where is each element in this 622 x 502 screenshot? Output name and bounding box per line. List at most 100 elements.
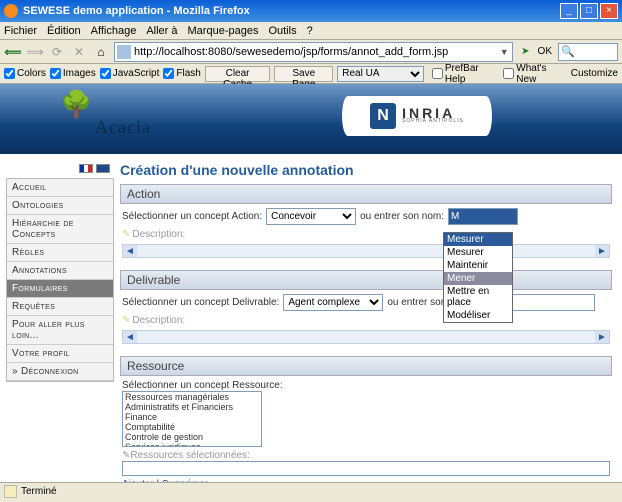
deliv-scroll: ◄ ► <box>122 330 610 344</box>
forward-button: ⟹ <box>26 43 44 61</box>
sidebar-item[interactable]: Formulaires <box>7 280 113 298</box>
list-item[interactable]: Services juridiques <box>123 442 261 447</box>
list-item[interactable]: Ressources managériales <box>123 392 261 402</box>
statusbar: Terminé <box>0 482 622 500</box>
action-select[interactable]: Concevoir <box>266 208 356 225</box>
sidebar-item[interactable]: » Déconnexion <box>7 363 113 381</box>
res-select-label: Sélectionner un concept Ressource: <box>122 380 610 391</box>
save-page-button[interactable]: Save Page <box>274 66 333 82</box>
remove-link[interactable]: Supprimer <box>162 479 208 482</box>
firefox-icon <box>4 4 18 18</box>
url-input[interactable] <box>134 46 498 58</box>
url-dropdown-icon[interactable]: ▼ <box>498 47 510 57</box>
ok-label: OK <box>538 46 552 57</box>
main-area: Création d'une nouvelle annotation Actio… <box>120 162 616 482</box>
close-button[interactable]: × <box>600 3 618 19</box>
maximize-button[interactable]: □ <box>580 3 598 19</box>
language-flags <box>6 162 114 178</box>
flag-fr-icon[interactable] <box>79 164 93 173</box>
scroll-right-icon[interactable]: ► <box>595 245 609 257</box>
prefbar-help[interactable]: PrefBar Help <box>432 63 499 85</box>
deliv-select[interactable]: Agent complexe <box>283 294 383 311</box>
chk-colors[interactable]: Colors <box>4 68 46 79</box>
status-icon <box>4 485 17 498</box>
section-action: Action Sélectionner un concept Action: C… <box>120 184 612 262</box>
note-icon: ✎ <box>122 229 130 240</box>
action-or-label: ou entrer son nom: <box>360 211 444 222</box>
sidebar-item[interactable]: Hiérarchie de Concepts <box>7 215 113 244</box>
section-delivrable: Delivrable Sélectionner un concept Deliv… <box>120 270 612 348</box>
sidebar-item[interactable]: Ontologies <box>7 197 113 215</box>
list-item[interactable]: Administratifs et Financiers <box>123 402 261 412</box>
ua-select[interactable]: Real UA <box>337 66 424 82</box>
menu-marquepages[interactable]: Marque-pages <box>188 25 259 37</box>
autocomplete-popup[interactable]: MesurerMesurerMaintenirMenerMettre en pl… <box>443 232 513 323</box>
menu-aller[interactable]: Aller à <box>146 25 177 37</box>
whats-new[interactable]: What's New <box>503 63 566 85</box>
sidebar-item[interactable]: Règles <box>7 244 113 262</box>
add-link[interactable]: Ajouter <box>122 479 154 482</box>
section-action-header: Action <box>120 184 612 204</box>
page-content: 🌳 Acacia N INRIA SOPHIA ANTIPOLIS Accuei… <box>0 84 622 482</box>
menu-fichier[interactable]: Fichier <box>4 25 37 37</box>
page-icon <box>117 45 131 59</box>
menu-edition[interactable]: Édition <box>47 25 81 37</box>
list-item[interactable]: Controle de gestion <box>123 432 261 442</box>
banner: 🌳 Acacia N INRIA SOPHIA ANTIPOLIS <box>0 84 622 154</box>
flag-en-icon[interactable] <box>96 164 110 173</box>
list-item[interactable]: Comptabilité <box>123 422 261 432</box>
menu-affichage[interactable]: Affichage <box>91 25 137 37</box>
scroll-left-icon[interactable]: ◄ <box>123 331 137 343</box>
window-titlebar: SEWESE demo application - Mozilla Firefo… <box>0 0 622 22</box>
sidebar-item[interactable]: Annotations <box>7 262 113 280</box>
navigation-toolbar: ⟸ ⟹ ⟳ ✕ ⌂ ▼ ➤ OK 🔍 <box>0 40 622 64</box>
back-button[interactable]: ⟸ <box>4 43 22 61</box>
autocomplete-item[interactable]: Mesurer <box>444 246 512 259</box>
page-title: Création d'une nouvelle annotation <box>120 162 612 178</box>
autocomplete-item[interactable]: Mettre en place <box>444 285 512 309</box>
sidebar-item[interactable]: Votre profil <box>7 345 113 363</box>
res-selected-label: Ressources sélectionnées: <box>130 450 250 461</box>
minimize-button[interactable]: _ <box>560 3 578 19</box>
deliv-description: ✎Description: <box>122 315 610 326</box>
clear-cache-button[interactable]: Clear Cache <box>205 66 270 82</box>
reload-button[interactable]: ⟳ <box>48 43 66 61</box>
list-item[interactable]: Finance <box>123 412 261 422</box>
action-description: ✎Description: <box>122 229 610 240</box>
chk-javascript[interactable]: JavaScript <box>100 68 160 79</box>
autocomplete-item[interactable]: Modéliser <box>444 309 512 322</box>
autocomplete-item[interactable]: Mesurer <box>444 233 512 246</box>
customize-link[interactable]: Customize <box>571 68 618 79</box>
menu-help[interactable]: ? <box>307 25 313 37</box>
tree-icon: 🌳 <box>60 89 92 120</box>
sidebar-item[interactable]: Pour aller plus loin... <box>7 316 113 345</box>
section-ressource-header: Ressource <box>120 356 612 376</box>
action-name-input[interactable] <box>448 208 518 225</box>
sidebar-item[interactable]: Requêtes <box>7 298 113 316</box>
inria-mark-icon: N <box>370 103 396 129</box>
note-icon: ✎ <box>122 315 130 326</box>
url-bar[interactable]: ▼ <box>114 42 513 62</box>
scroll-right-icon[interactable]: ► <box>595 331 609 343</box>
menu-outils[interactable]: Outils <box>268 25 296 37</box>
autocomplete-item[interactable]: Maintenir <box>444 259 512 272</box>
chk-flash[interactable]: Flash <box>163 68 200 79</box>
deliv-select-label: Sélectionner un concept Delivrable: <box>122 297 279 308</box>
search-icon: 🔍 <box>559 45 575 58</box>
autocomplete-item[interactable]: Mener <box>444 272 512 285</box>
prefbar-toolbar: Colors Images JavaScript Flash Clear Cac… <box>0 64 622 84</box>
res-selected-field[interactable] <box>122 461 610 476</box>
sidebar-item[interactable]: Accueil <box>7 179 113 197</box>
action-select-label: Sélectionner un concept Action: <box>122 211 262 222</box>
chk-images[interactable]: Images <box>50 68 96 79</box>
ressource-listbox[interactable]: Ressources managérialesAdministratifs et… <box>122 391 262 447</box>
acacia-logo: 🌳 Acacia <box>60 89 92 120</box>
menubar: Fichier Édition Affichage Aller à Marque… <box>0 22 622 40</box>
go-button[interactable]: ➤ <box>521 46 529 57</box>
stop-button: ✕ <box>70 43 88 61</box>
search-box[interactable]: 🔍 <box>558 43 618 61</box>
scroll-left-icon[interactable]: ◄ <box>123 245 137 257</box>
action-scroll: ◄ ► <box>122 244 610 258</box>
home-button[interactable]: ⌂ <box>92 43 110 61</box>
sidebar: AccueilOntologiesHiérarchie de ConceptsR… <box>6 162 114 482</box>
